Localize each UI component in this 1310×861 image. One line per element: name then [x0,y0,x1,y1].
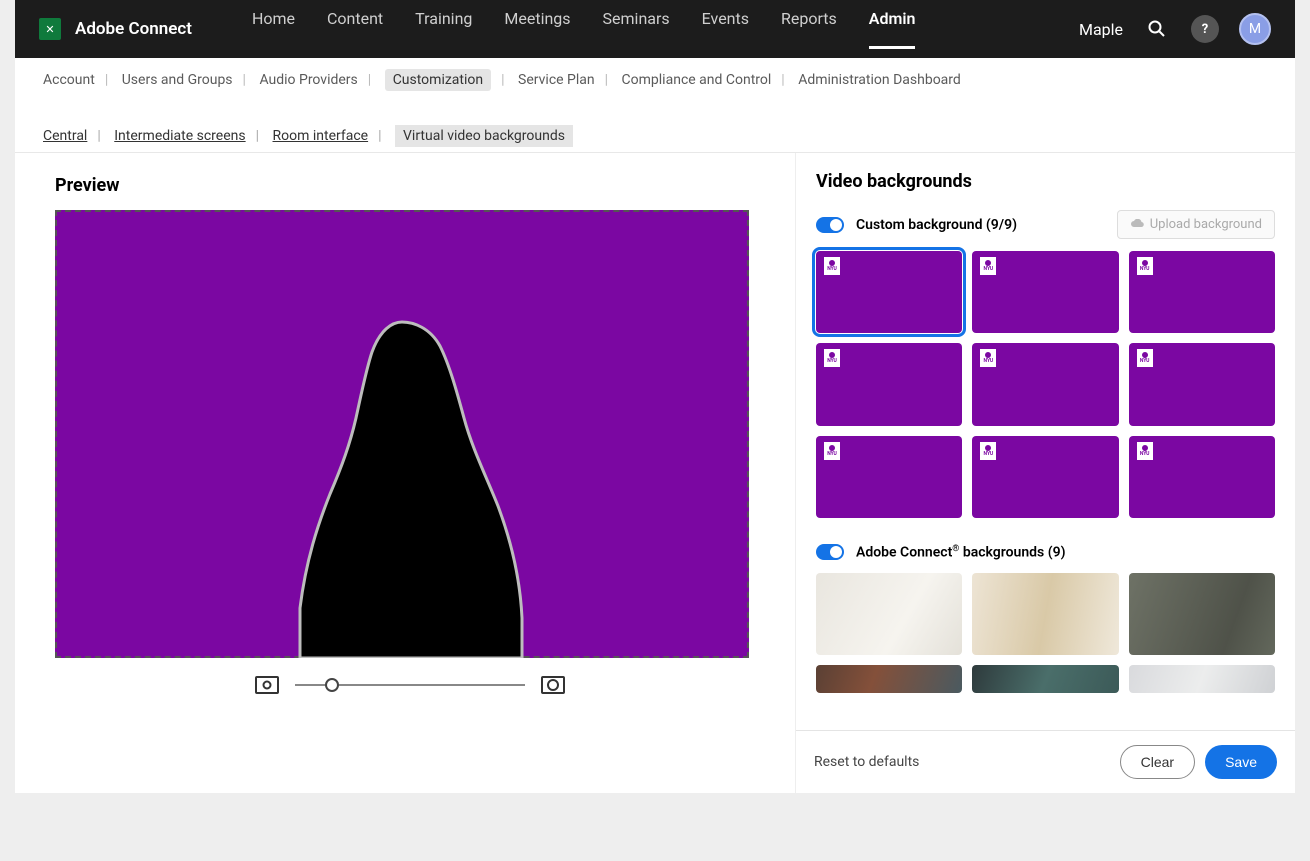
nyu-badge-icon: NYU [1137,442,1153,460]
nyu-badge-icon: NYU [980,257,996,275]
custom-bg-thumb[interactable]: NYU [816,436,962,518]
zoom-slider[interactable] [295,684,525,686]
panel-title: Video backgrounds [816,171,1275,192]
cloud-upload-icon [1130,219,1144,231]
nav-home[interactable]: Home [252,9,295,49]
subnav-users[interactable]: Users and Groups [122,72,233,88]
adobe-bg-thumb[interactable] [816,665,962,693]
custom-bg-label: Custom background (9/9) [856,217,1017,233]
avatar-initial: M [1249,21,1261,37]
tab-central[interactable]: Central [43,128,87,144]
panel-footer: Reset to defaults Clear Save [796,730,1295,793]
custom-bg-toggle[interactable] [816,217,844,233]
adobe-bg-thumb[interactable] [1129,665,1275,693]
nav-training[interactable]: Training [415,9,472,49]
subnav-compliance[interactable]: Compliance and Control [622,72,772,88]
tab-intermediate[interactable]: Intermediate screens [114,128,245,144]
reset-defaults-link[interactable]: Reset to defaults [814,754,919,770]
adobe-bg-label: Adobe Connect® backgrounds (9) [856,544,1066,561]
subnav-dashboard[interactable]: Administration Dashboard [798,72,961,88]
custom-bg-thumb[interactable]: NYU [816,343,962,425]
avatar[interactable]: M [1239,13,1271,45]
nyu-badge-icon: NYU [1137,257,1153,275]
nyu-badge-icon: NYU [980,442,996,460]
subnav-audio[interactable]: Audio Providers [259,72,357,88]
adobe-bg-thumb[interactable] [816,573,962,655]
nav-events[interactable]: Events [702,9,749,49]
nyu-badge-icon: NYU [824,442,840,460]
adobe-bg-toggle[interactable] [816,544,844,560]
customization-tabs: Central| Intermediate screens| Room inte… [15,98,1295,153]
search-icon[interactable] [1143,15,1171,43]
nav-admin[interactable]: Admin [869,9,916,49]
preview-canvas [55,210,749,658]
upload-label: Upload background [1150,217,1262,232]
adobe-bg-grid-partial [816,665,1275,693]
clear-button[interactable]: Clear [1120,745,1195,779]
zoom-slider-row [55,676,765,694]
nav-reports[interactable]: Reports [781,9,837,49]
zoom-out-icon[interactable] [255,676,279,694]
save-button[interactable]: Save [1205,745,1277,779]
custom-bg-grid: NYU NYU NYU NYU NYU NYU NYU NYU NYU [816,251,1275,518]
custom-bg-thumb[interactable]: NYU [972,436,1118,518]
user-name[interactable]: Maple [1079,20,1123,39]
subnav-customization[interactable]: Customization [385,69,491,91]
preview-pane: Preview [15,153,795,793]
custom-bg-thumb[interactable]: NYU [972,251,1118,333]
preview-title: Preview [55,175,765,196]
nav-content[interactable]: Content [327,9,383,49]
nav-meetings[interactable]: Meetings [504,9,570,49]
subnav-service[interactable]: Service Plan [518,72,595,88]
zoom-in-icon[interactable] [541,676,565,694]
subnav-account[interactable]: Account [43,72,95,88]
custom-bg-thumb[interactable]: NYU [1129,343,1275,425]
adobe-bg-thumb[interactable] [1129,573,1275,655]
backgrounds-panel: Video backgrounds Custom background (9/9… [795,153,1295,793]
brand-logo-icon: ✕ [39,18,61,40]
upload-background-button[interactable]: Upload background [1117,210,1275,239]
adobe-bg-thumb[interactable] [972,573,1118,655]
tab-room[interactable]: Room interface [273,128,369,144]
tab-virtual-bg[interactable]: Virtual video backgrounds [395,125,573,147]
custom-bg-thumb[interactable]: NYU [1129,436,1275,518]
nyu-badge-icon: NYU [824,257,840,275]
custom-bg-thumb[interactable]: NYU [816,251,962,333]
top-navbar: ✕ Adobe Connect Home Content Training Me… [15,0,1295,58]
custom-bg-thumb[interactable]: NYU [1129,251,1275,333]
nyu-badge-icon: NYU [824,349,840,367]
silhouette-icon [222,308,582,658]
nyu-badge-icon: NYU [980,349,996,367]
primary-nav: Home Content Training Meetings Seminars … [252,9,916,49]
admin-subnav: Account| Users and Groups| Audio Provide… [15,58,1295,98]
adobe-bg-grid [816,573,1275,655]
nyu-badge-icon: NYU [1137,349,1153,367]
custom-bg-thumb[interactable]: NYU [972,343,1118,425]
brand-name: Adobe Connect [75,19,192,39]
nav-seminars[interactable]: Seminars [603,9,670,49]
brand: ✕ Adobe Connect [39,18,192,40]
help-icon[interactable]: ? [1191,15,1219,43]
adobe-bg-thumb[interactable] [972,665,1118,693]
